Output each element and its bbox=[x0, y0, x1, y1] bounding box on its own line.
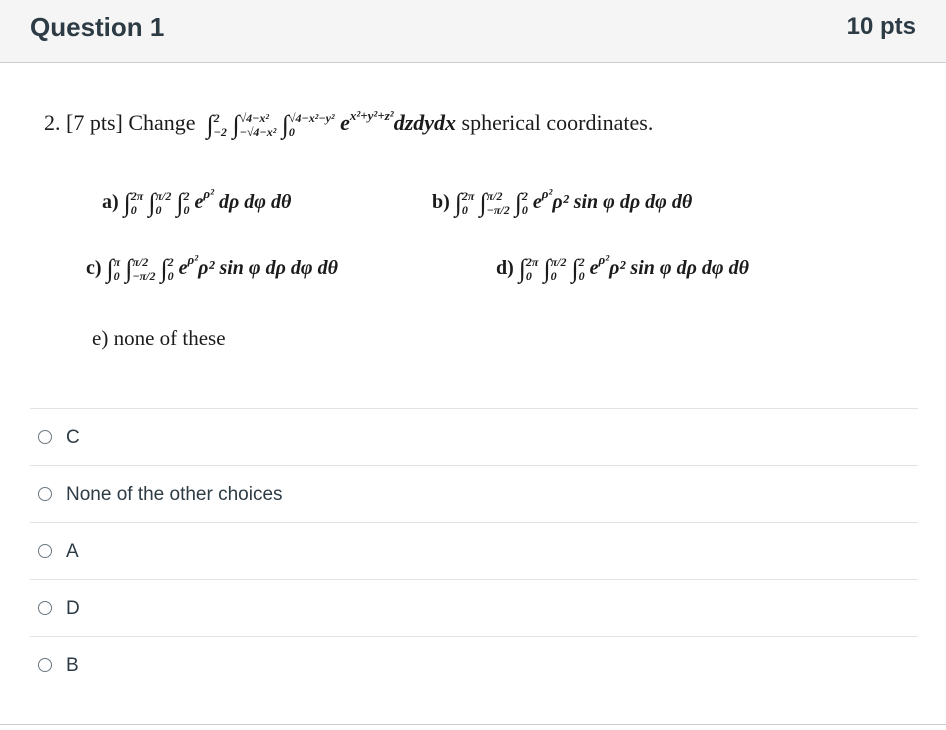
choice-b: b) ∫ 2π 0 ∫ π/2 −π/2 ∫ 2 0 eρ²ρ² sin φ dρ dφ d… bbox=[432, 186, 693, 218]
integral-sign: ∫ bbox=[518, 254, 526, 284]
integral-sign: ∫ bbox=[206, 109, 214, 139]
bottom-divider bbox=[0, 724, 946, 725]
integrand: e bbox=[340, 110, 350, 135]
choice-e: e) none of these bbox=[92, 326, 226, 350]
question-points: 10 pts bbox=[846, 13, 916, 40]
answer-label: None of the other choices bbox=[66, 484, 283, 505]
integral-sign: ∫ bbox=[543, 254, 551, 284]
question-header: Question 1 10 pts bbox=[0, 0, 946, 63]
choice-d: d) ∫ 2π 0 ∫ π/2 0 ∫ 2 0 eρ²ρ² sin φ dρ dφ dθ bbox=[496, 252, 749, 284]
integrand-exponent: x²+y²+z² bbox=[349, 108, 394, 123]
integral-sign: ∫ bbox=[479, 188, 487, 218]
integral-sign: ∫ bbox=[160, 254, 168, 284]
question-text: 2. [7 pts] Change ∫ 2 −2 ∫ √4−x² −√4−x² ∫ √4−… bbox=[44, 108, 653, 140]
question-suffix: spherical coordinates. bbox=[461, 110, 654, 135]
integral-limits-2: √4−x² −√4−x² bbox=[239, 110, 277, 139]
radio-button[interactable] bbox=[38, 601, 52, 615]
integral-sign: ∫ bbox=[106, 254, 114, 284]
integral-limits-1: 2 −2 bbox=[213, 110, 227, 139]
radio-button[interactable] bbox=[38, 430, 52, 444]
answer-option[interactable]: C bbox=[30, 408, 918, 465]
answer-list: C None of the other choices A D B bbox=[30, 408, 918, 693]
integral-sign: ∫ bbox=[281, 109, 289, 139]
answer-option[interactable]: None of the other choices bbox=[30, 465, 918, 522]
integral-sign: ∫ bbox=[125, 254, 133, 284]
integral-sign: ∫ bbox=[176, 188, 184, 218]
integral-sign: ∫ bbox=[232, 109, 240, 139]
answer-option[interactable]: A bbox=[30, 522, 918, 579]
integral-sign: ∫ bbox=[514, 188, 522, 218]
choice-c: c) ∫ π 0 ∫ π/2 −π/2 ∫ 2 0 eρ²ρ² sin φ dρ dφ dθ bbox=[86, 252, 338, 284]
integral-sign: ∫ bbox=[123, 188, 131, 218]
radio-button[interactable] bbox=[38, 544, 52, 558]
integral-limits-3: √4−x²−y² 0 bbox=[288, 110, 335, 139]
integral-sign: ∫ bbox=[148, 188, 156, 218]
answer-label: B bbox=[66, 655, 79, 676]
choice-a: a) ∫ 2π 0 ∫ π/2 0 ∫ 2 0 eρ² dρ dφ dθ bbox=[102, 186, 292, 218]
answer-option[interactable]: D bbox=[30, 579, 918, 636]
question-title: Question 1 bbox=[30, 12, 165, 42]
answer-label: C bbox=[66, 427, 80, 448]
integral-sign: ∫ bbox=[571, 254, 579, 284]
radio-button[interactable] bbox=[38, 487, 52, 501]
integral-sign: ∫ bbox=[454, 188, 462, 218]
differential: dzdydx bbox=[393, 110, 457, 135]
radio-button[interactable] bbox=[38, 658, 52, 672]
answer-label: A bbox=[66, 541, 79, 562]
answer-label: D bbox=[66, 598, 80, 619]
answer-option[interactable]: B bbox=[30, 636, 918, 693]
question-prefix: 2. [7 pts] Change bbox=[44, 110, 196, 135]
